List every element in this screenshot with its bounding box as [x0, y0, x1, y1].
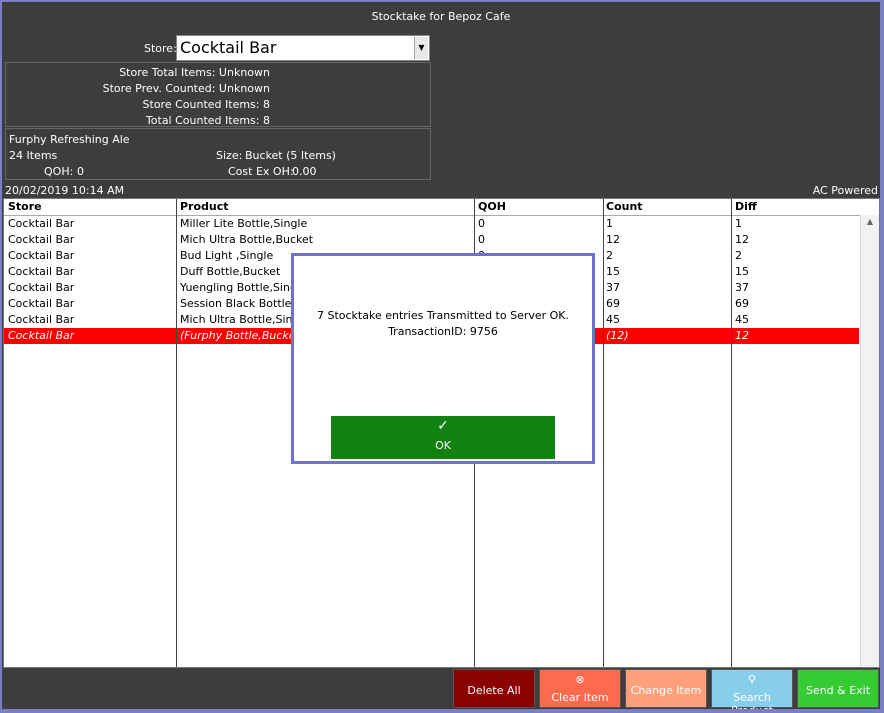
dialog-line-2: TransactionID: 9756: [388, 325, 498, 338]
search-icon: ⚲: [747, 673, 757, 686]
cell-product: Mich Ultra Bottle,Bucket: [180, 233, 314, 246]
size-value: Bucket (5 Items): [245, 149, 336, 162]
cell-count: 15: [606, 265, 620, 278]
dialog-message: 7 Stocktake entries Transmitted to Serve…: [294, 308, 592, 340]
cell-diff: 2: [735, 249, 742, 262]
delete-all-button[interactable]: Delete All: [453, 669, 535, 708]
table-header: Store Product QOH Count Diff: [4, 199, 879, 216]
store-select-value: Cocktail Bar: [180, 38, 277, 57]
search-product-label: Search Product: [731, 691, 773, 709]
cell-count: 2: [606, 249, 613, 262]
window-title: Stocktake for Bepoz Cafe: [371, 10, 511, 23]
clear-icon: ⊗: [575, 673, 585, 686]
scroll-up-icon[interactable]: ▲: [861, 217, 879, 226]
cell-count: 37: [606, 281, 620, 294]
transmit-dialog: 7 Stocktake entries Transmitted to Serve…: [291, 253, 595, 464]
item-name: Furphy Refreshing Ale: [9, 133, 130, 146]
cost-value: 0.00: [292, 165, 317, 178]
ok-button[interactable]: ✓ OK: [331, 416, 555, 459]
cell-qoh: 0: [478, 233, 485, 246]
header-product[interactable]: Product: [180, 200, 229, 213]
size-label: Size:: [216, 149, 243, 162]
vertical-scrollbar[interactable]: ▲: [860, 215, 879, 667]
cell-diff: 45: [735, 313, 749, 326]
cell-store: Cocktail Bar: [8, 217, 75, 230]
power-status: AC Powered: [812, 184, 878, 197]
send-exit-button[interactable]: Send & Exit: [797, 669, 879, 708]
clear-item-button[interactable]: ⊗ Clear Item: [539, 669, 621, 708]
column-divider: [603, 199, 604, 667]
datetime-status: 20/02/2019 10:14 AM: [5, 184, 125, 197]
change-item-label: Change Item: [630, 684, 702, 697]
cell-product: (Furphy Bottle,Bucket): [180, 329, 305, 342]
header-qoh[interactable]: QOH: [478, 200, 506, 213]
store-label: Store:: [144, 42, 177, 55]
cell-count: 69: [606, 297, 620, 310]
ok-label: OK: [435, 439, 451, 452]
action-bar: Delete All ⊗ Clear Item Change Item ⚲ Se…: [2, 669, 880, 709]
check-icon: ✓: [437, 418, 449, 434]
store-prev-counted: Store Prev. Counted: Unknown: [102, 82, 270, 95]
cell-diff: 69: [735, 297, 749, 310]
change-item-button[interactable]: Change Item: [625, 669, 707, 708]
cell-store: Cocktail Bar: [8, 329, 75, 342]
cell-product: Mich Ultra Bottle,Single: [180, 313, 310, 326]
cell-count: 45: [606, 313, 620, 326]
cell-product: Yuengling Bottle,Single: [180, 281, 307, 294]
cell-qoh: 0: [478, 217, 485, 230]
header-diff[interactable]: Diff: [735, 200, 757, 213]
item-info-panel: Furphy Refreshing Ale 24 Items QOH: 0 Si…: [5, 128, 431, 180]
dialog-line-1: 7 Stocktake entries Transmitted to Serve…: [316, 309, 570, 322]
store-stats-panel: Store Total Items: Unknown Store Prev. C…: [5, 62, 431, 127]
cell-store: Cocktail Bar: [8, 265, 75, 278]
stocktake-window: Stocktake for Bepoz Cafe Store: Cocktail…: [2, 2, 880, 709]
header-store[interactable]: Store: [8, 200, 42, 213]
cell-diff: 37: [735, 281, 749, 294]
qoh-label: QOH:: [44, 165, 74, 178]
store-select[interactable]: Cocktail Bar ▼: [176, 35, 430, 61]
chevron-down-icon[interactable]: ▼: [414, 37, 428, 59]
cell-product: Bud Light ,Single: [180, 249, 274, 262]
column-divider: [176, 199, 177, 667]
send-exit-label: Send & Exit: [805, 684, 871, 697]
cell-product: Miller Lite Bottle,Single: [180, 217, 308, 230]
store-total-items: Store Total Items: Unknown: [119, 66, 270, 79]
cell-product: Duff Bottle,Bucket: [180, 265, 281, 278]
cell-count: (12): [606, 329, 629, 342]
store-counted-items: Store Counted Items: 8: [142, 98, 270, 111]
cell-count: 12: [606, 233, 620, 246]
cost-label: Cost Ex OH:: [228, 165, 294, 178]
header-count[interactable]: Count: [606, 200, 643, 213]
cell-store: Cocktail Bar: [8, 233, 75, 246]
clear-item-label: Clear Item: [551, 691, 609, 704]
column-divider: [731, 199, 732, 667]
cell-diff: 12: [735, 233, 749, 246]
item-count: 24 Items: [9, 149, 58, 162]
cell-store: Cocktail Bar: [8, 281, 75, 294]
total-counted-items: Total Counted Items: 8: [145, 114, 270, 127]
cell-diff: 12: [735, 329, 749, 342]
cell-count: 1: [606, 217, 613, 230]
cell-diff: 15: [735, 265, 749, 278]
search-product-button[interactable]: ⚲ Search Product: [711, 669, 793, 709]
qoh-value: 0: [77, 165, 84, 178]
cell-store: Cocktail Bar: [8, 313, 75, 326]
cell-store: Cocktail Bar: [8, 249, 75, 262]
cell-diff: 1: [735, 217, 742, 230]
delete-all-label: Delete All: [467, 684, 521, 697]
cell-store: Cocktail Bar: [8, 297, 75, 310]
